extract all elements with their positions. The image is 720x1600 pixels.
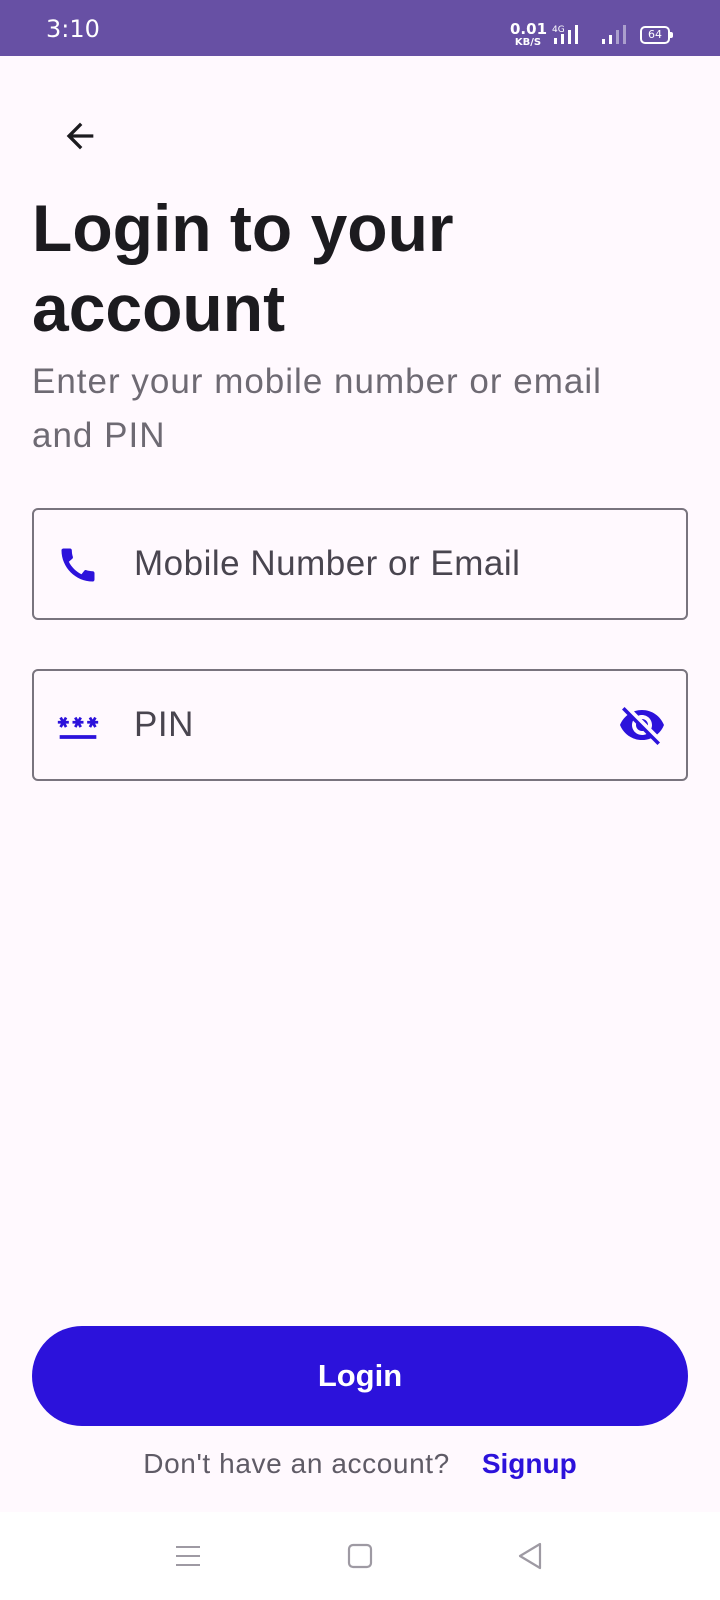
pin-field[interactable] [32,669,688,781]
network-type-label: 4G [552,25,565,35]
signup-prompt: Don't have an account? [143,1448,450,1479]
cellular-signal-sim2-icon [602,25,626,44]
nav-home-button[interactable] [336,1532,384,1580]
nav-back-button[interactable] [506,1532,554,1580]
cellular-signal-4g-icon: 4G [552,25,578,44]
status-time: 3:10 [46,15,100,43]
password-icon [57,716,99,739]
pin-visibility-toggle[interactable] [616,699,668,751]
pin-input[interactable] [134,671,574,779]
back-button[interactable] [52,108,108,164]
home-square-icon [347,1543,373,1569]
network-speed-indicator: 0.01 KB/S [510,20,548,48]
battery-icon: 64 [640,26,673,44]
mobile-or-email-field[interactable] [32,508,688,620]
network-speed-value: 0.01 [510,20,548,38]
network-speed-unit: KB/S [514,37,542,48]
back-triangle-icon [518,1542,542,1570]
phone-icon [61,548,95,582]
page-title: Login to your account [32,191,454,345]
signup-link[interactable]: Signup [482,1448,577,1480]
arrow-left-icon [66,122,94,150]
login-button[interactable]: Login [32,1326,688,1426]
page-subtitle: Enter your mobile number or email and PI… [32,362,602,455]
status-bar: 3:10 0.01 KB/S 4G 64 [0,0,720,56]
visibility-off-icon [620,707,664,745]
system-navigation-bar [0,1512,720,1600]
nav-recents-button[interactable] [164,1532,212,1580]
signup-row: Don't have an account? Signup [0,1442,720,1486]
menu-icon [176,1546,200,1566]
mobile-or-email-input[interactable] [134,510,574,618]
